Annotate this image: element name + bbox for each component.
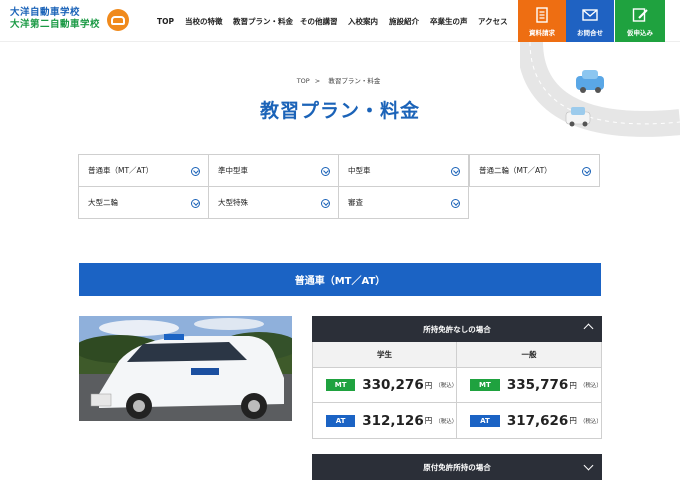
category-ordinary-motorcycle[interactable]: 普通二輪（MT／AT） bbox=[469, 154, 600, 187]
nav-top[interactable]: TOP bbox=[157, 17, 174, 26]
category-label: 中型車 bbox=[348, 166, 371, 175]
request-brochure-button[interactable]: 資料請求 bbox=[518, 0, 566, 42]
price-student-mt: MT 330,276 円（税込） bbox=[313, 368, 458, 403]
nav-access[interactable]: アクセス bbox=[478, 16, 508, 27]
price-amount: 317,626 bbox=[506, 412, 569, 429]
chevron-down-icon bbox=[191, 199, 200, 208]
yen-unit: 円 bbox=[569, 380, 577, 390]
document-icon bbox=[536, 6, 548, 23]
nav-facilities[interactable]: 施設紹介 bbox=[389, 16, 419, 27]
tax-note: （税込） bbox=[435, 418, 458, 425]
breadcrumb-separator: > bbox=[314, 77, 321, 85]
column-header-student: 学生 bbox=[313, 342, 456, 368]
price-general-mt: MT 335,776 円（税込） bbox=[457, 368, 602, 403]
price-amount: 335,776 bbox=[506, 377, 569, 393]
nav-other-courses[interactable]: その他講習 bbox=[300, 16, 338, 27]
chevron-down-icon bbox=[583, 460, 594, 471]
tax-note: （税込） bbox=[579, 418, 602, 425]
nav-plans[interactable]: 教習プラン・料金 bbox=[233, 16, 293, 27]
category-large-motorcycle[interactable]: 大型二輪 bbox=[78, 186, 209, 219]
mail-icon bbox=[582, 8, 598, 21]
price-amount: 330,276 bbox=[362, 377, 424, 393]
driving-school-car-photo bbox=[79, 316, 292, 421]
price-amount: 312,126 bbox=[362, 412, 424, 429]
section-title-bar: 普通車（MT／AT） bbox=[79, 263, 601, 296]
general-column: 一般 MT 335,776 円（税込） AT 317,626 円（税込） bbox=[457, 342, 602, 438]
chevron-down-icon bbox=[321, 199, 330, 208]
breadcrumb: TOP > 教習プラン・料金 bbox=[0, 75, 680, 85]
chevron-down-icon bbox=[582, 167, 591, 176]
nav-graduates[interactable]: 卒業生の声 bbox=[430, 16, 468, 27]
breadcrumb-home[interactable]: TOP bbox=[297, 77, 310, 85]
yen-unit: 円 bbox=[569, 416, 577, 425]
category-label: 大型特殊 bbox=[218, 198, 248, 207]
price-student-at: AT 312,126 円（税込） bbox=[313, 403, 458, 438]
pre-application-button[interactable]: 仮申込み bbox=[615, 0, 665, 42]
chevron-down-icon bbox=[321, 167, 330, 176]
category-large-special[interactable]: 大型特殊 bbox=[208, 186, 339, 219]
category-semi-medium[interactable]: 準中型車 bbox=[208, 154, 339, 187]
chevron-up-icon bbox=[583, 323, 594, 334]
category-ordinary-car[interactable]: 普通車（MT／AT） bbox=[78, 154, 209, 187]
category-medium[interactable]: 中型車 bbox=[338, 154, 469, 187]
tax-note: （税込） bbox=[435, 383, 458, 389]
price-table-header[interactable]: 所持免許なしの場合 bbox=[312, 316, 602, 342]
category-label: 普通二輪（MT／AT） bbox=[479, 166, 552, 175]
category-label: 審査 bbox=[348, 198, 363, 207]
mt-badge: MT bbox=[470, 379, 500, 391]
price-table-heading: 所持免許なしの場合 bbox=[423, 324, 491, 334]
site-header: 大洋自動車学校 大洋第二自動車学校 TOP 当校の特徴 教習プラン・料金 その他… bbox=[0, 0, 680, 42]
site-logo[interactable]: 大洋自動車学校 大洋第二自動車学校 bbox=[10, 7, 130, 37]
chevron-down-icon bbox=[451, 167, 460, 176]
category-label: 準中型車 bbox=[218, 166, 248, 175]
category-examination[interactable]: 審査 bbox=[338, 186, 469, 219]
price-general-at: AT 317,626 円（税込） bbox=[457, 403, 602, 438]
tax-note: （税込） bbox=[579, 383, 602, 389]
nav-admission[interactable]: 入校案内 bbox=[348, 16, 378, 27]
logo-car-icon bbox=[107, 9, 129, 31]
category-label: 普通車（MT／AT） bbox=[88, 166, 154, 175]
price-table-moped-header[interactable]: 原付免許所持の場合 bbox=[312, 454, 602, 480]
contact-label: お問合せ bbox=[577, 28, 603, 37]
chevron-down-icon bbox=[451, 199, 460, 208]
at-badge: AT bbox=[326, 414, 356, 427]
student-column: 学生 MT 330,276 円（税込） AT 312,126 円（税込） bbox=[313, 342, 457, 438]
category-label: 大型二輪 bbox=[88, 198, 118, 207]
chevron-down-icon bbox=[191, 167, 200, 176]
nav-features[interactable]: 当校の特徴 bbox=[185, 16, 223, 27]
page-title: 教習プラン・料金 bbox=[259, 100, 420, 122]
price-table-moped-heading: 原付免許所持の場合 bbox=[423, 462, 491, 472]
pencil-icon bbox=[632, 7, 648, 22]
breadcrumb-current: 教習プラン・料金 bbox=[328, 77, 381, 85]
mt-badge: MT bbox=[326, 379, 356, 391]
pre-application-label: 仮申込み bbox=[627, 28, 653, 37]
price-table-no-license: 所持免許なしの場合 学生 MT 330,276 円（税込） AT 312,126 円… bbox=[312, 316, 602, 439]
yen-unit: 円 bbox=[424, 380, 433, 390]
yen-unit: 円 bbox=[424, 416, 433, 425]
column-header-general: 一般 bbox=[457, 342, 601, 368]
at-badge: AT bbox=[470, 414, 500, 427]
contact-button[interactable]: お問合せ bbox=[566, 0, 614, 42]
request-brochure-label: 資料請求 bbox=[529, 28, 555, 37]
